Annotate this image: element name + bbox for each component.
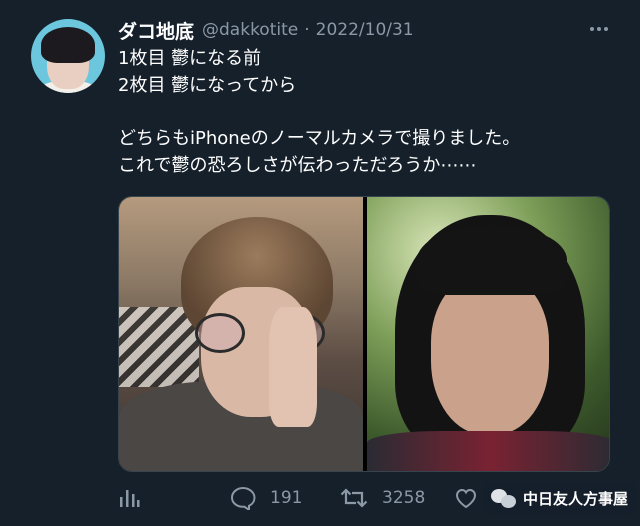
tweet-header: ダコ地底 @dakkotite · 2022/10/31 <box>118 16 610 44</box>
analytics-button[interactable] <box>118 488 140 508</box>
analytics-icon <box>118 488 140 508</box>
reply-count: 191 <box>270 488 303 508</box>
display-name[interactable]: ダコ地底 <box>118 17 194 44</box>
after-photo[interactable] <box>367 197 609 471</box>
user-handle[interactable]: @dakkotite <box>202 20 298 40</box>
tweet-line-2: 2枚目 鬱になってから <box>118 74 297 96</box>
watermark-text: 中日友人方事屋 <box>522 489 628 508</box>
heart-icon <box>454 487 478 509</box>
face <box>431 275 549 435</box>
reply-icon <box>230 486 256 510</box>
tweet-text: 1枚目 鬱になる前 2枚目 鬱になってから どちらもiPhoneのノーマルカメラ… <box>118 46 618 179</box>
more-options-icon[interactable] <box>588 18 610 40</box>
tweet-line-gap <box>118 99 618 126</box>
watermark: 中日友人方事屋 <box>482 482 636 514</box>
avatar-hair <box>41 27 95 63</box>
header-separator: · <box>304 20 310 40</box>
like-button[interactable] <box>454 487 478 509</box>
before-photo[interactable] <box>119 197 363 471</box>
reply-button[interactable]: 191 <box>230 486 302 510</box>
tweet-line-4: どちらもiPhoneのノーマルカメラで撮りました。 <box>118 128 521 149</box>
tweet-line-5: これで鬱の恐ろしさが伝わっただろうか⋯⋯ <box>118 154 477 176</box>
tweet-line-1: 1枚目 鬱になる前 <box>118 48 262 69</box>
hand <box>269 307 317 427</box>
fringe <box>417 225 567 295</box>
tweet-date[interactable]: 2022/10/31 <box>316 20 414 40</box>
retweet-icon <box>340 487 368 509</box>
retweet-button[interactable]: 3258 <box>340 487 425 509</box>
wechat-icon <box>490 487 517 509</box>
tweet: ダコ地底 @dakkotite · 2022/10/31 1枚目 鬱になる前 2… <box>0 0 640 526</box>
glasses-lens-left <box>195 313 245 353</box>
tweet-media <box>118 196 610 472</box>
retweet-count: 3258 <box>382 488 426 508</box>
shirt <box>367 431 609 471</box>
avatar[interactable] <box>31 19 105 93</box>
